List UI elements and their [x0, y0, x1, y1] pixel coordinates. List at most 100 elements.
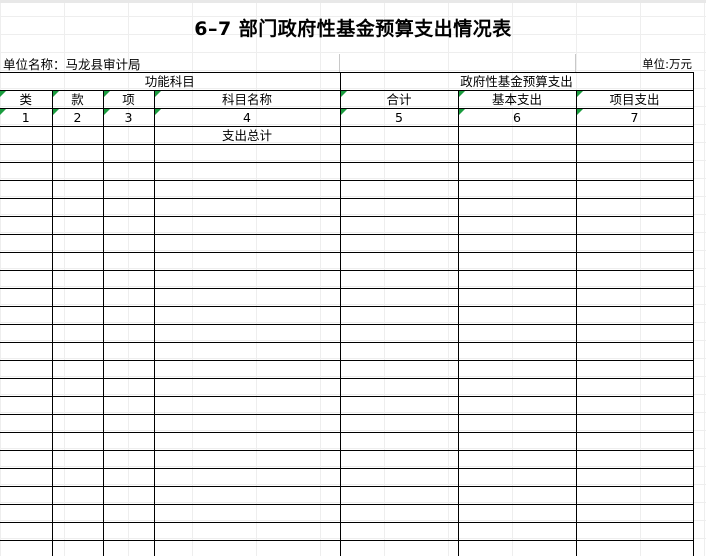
table-cell[interactable] [153, 468, 341, 487]
table-cell[interactable] [0, 468, 53, 487]
table-cell[interactable] [457, 414, 577, 433]
table-cell[interactable] [339, 270, 459, 289]
table-cell[interactable] [102, 504, 155, 523]
table-cell[interactable] [339, 180, 459, 199]
table-cell[interactable] [51, 540, 104, 556]
table-cell[interactable] [153, 288, 341, 307]
table-cell[interactable] [457, 432, 577, 451]
table-cell[interactable] [457, 486, 577, 505]
table-cell[interactable] [575, 234, 694, 253]
table-cell[interactable] [575, 162, 694, 181]
table-cell[interactable] [51, 486, 104, 505]
table-cell[interactable] [51, 324, 104, 343]
table-cell[interactable] [0, 126, 53, 145]
table-cell[interactable] [153, 234, 341, 253]
table-cell[interactable] [575, 414, 694, 433]
table-cell[interactable] [102, 378, 155, 397]
table-cell[interactable] [457, 126, 577, 145]
table-cell[interactable] [102, 324, 155, 343]
table-cell[interactable] [575, 324, 694, 343]
table-cell[interactable] [102, 162, 155, 181]
group-header-fund[interactable]: 政府性基金预算支出 [339, 72, 694, 91]
table-cell[interactable] [102, 522, 155, 541]
column-number-cell[interactable]: 6 [457, 108, 577, 127]
table-cell[interactable] [153, 198, 341, 217]
table-cell[interactable] [457, 396, 577, 415]
column-header-item[interactable]: 项 [102, 90, 155, 109]
table-cell[interactable] [153, 180, 341, 199]
table-cell[interactable] [153, 432, 341, 451]
table-cell[interactable] [51, 468, 104, 487]
table-cell[interactable] [153, 306, 341, 325]
table-cell[interactable] [575, 378, 694, 397]
column-number-cell[interactable]: 2 [51, 108, 104, 127]
table-cell[interactable] [0, 198, 53, 217]
table-cell[interactable] [153, 522, 341, 541]
table-cell[interactable] [575, 216, 694, 235]
table-cell[interactable] [51, 396, 104, 415]
table-cell[interactable] [457, 144, 577, 163]
table-cell[interactable] [0, 216, 53, 235]
total-row-label[interactable]: 支出总计 [153, 126, 341, 145]
column-number-cell[interactable]: 7 [575, 108, 694, 127]
table-cell[interactable] [457, 504, 577, 523]
table-cell[interactable] [339, 324, 459, 343]
table-cell[interactable] [102, 306, 155, 325]
table-cell[interactable] [102, 180, 155, 199]
table-cell[interactable] [339, 252, 459, 271]
table-cell[interactable] [153, 324, 341, 343]
table-cell[interactable] [575, 270, 694, 289]
table-cell[interactable] [153, 360, 341, 379]
table-cell[interactable] [102, 450, 155, 469]
table-cell[interactable] [102, 234, 155, 253]
table-cell[interactable] [51, 198, 104, 217]
column-header-section[interactable]: 款 [51, 90, 104, 109]
table-cell[interactable] [153, 144, 341, 163]
table-cell[interactable] [575, 468, 694, 487]
table-cell[interactable] [339, 522, 459, 541]
table-cell[interactable] [575, 306, 694, 325]
table-cell[interactable] [339, 360, 459, 379]
table-cell[interactable] [153, 486, 341, 505]
table-cell[interactable] [153, 342, 341, 361]
table-cell[interactable] [102, 126, 155, 145]
table-cell[interactable] [339, 216, 459, 235]
table-cell[interactable] [457, 252, 577, 271]
table-cell[interactable] [339, 414, 459, 433]
table-cell[interactable] [0, 540, 53, 556]
table-cell[interactable] [339, 396, 459, 415]
table-cell[interactable] [457, 522, 577, 541]
table-cell[interactable] [153, 252, 341, 271]
table-cell[interactable] [339, 468, 459, 487]
table-cell[interactable] [0, 450, 53, 469]
table-cell[interactable] [457, 468, 577, 487]
table-cell[interactable] [102, 198, 155, 217]
table-cell[interactable] [51, 252, 104, 271]
table-cell[interactable] [51, 360, 104, 379]
table-cell[interactable] [339, 288, 459, 307]
table-cell[interactable] [575, 126, 694, 145]
table-cell[interactable] [0, 162, 53, 181]
table-cell[interactable] [575, 198, 694, 217]
table-cell[interactable] [339, 378, 459, 397]
table-cell[interactable] [457, 360, 577, 379]
table-cell[interactable] [51, 270, 104, 289]
table-cell[interactable] [0, 522, 53, 541]
table-cell[interactable] [457, 342, 577, 361]
table-cell[interactable] [575, 252, 694, 271]
column-number-cell[interactable]: 1 [0, 108, 53, 127]
table-cell[interactable] [153, 396, 341, 415]
table-cell[interactable] [457, 180, 577, 199]
table-cell[interactable] [339, 162, 459, 181]
table-cell[interactable] [0, 432, 53, 451]
table-cell[interactable] [102, 486, 155, 505]
table-cell[interactable] [575, 396, 694, 415]
table-cell[interactable] [575, 450, 694, 469]
table-cell[interactable] [102, 468, 155, 487]
table-cell[interactable] [457, 288, 577, 307]
table-cell[interactable] [0, 180, 53, 199]
table-cell[interactable] [575, 180, 694, 199]
table-cell[interactable] [102, 540, 155, 556]
table-cell[interactable] [575, 504, 694, 523]
table-cell[interactable] [153, 378, 341, 397]
